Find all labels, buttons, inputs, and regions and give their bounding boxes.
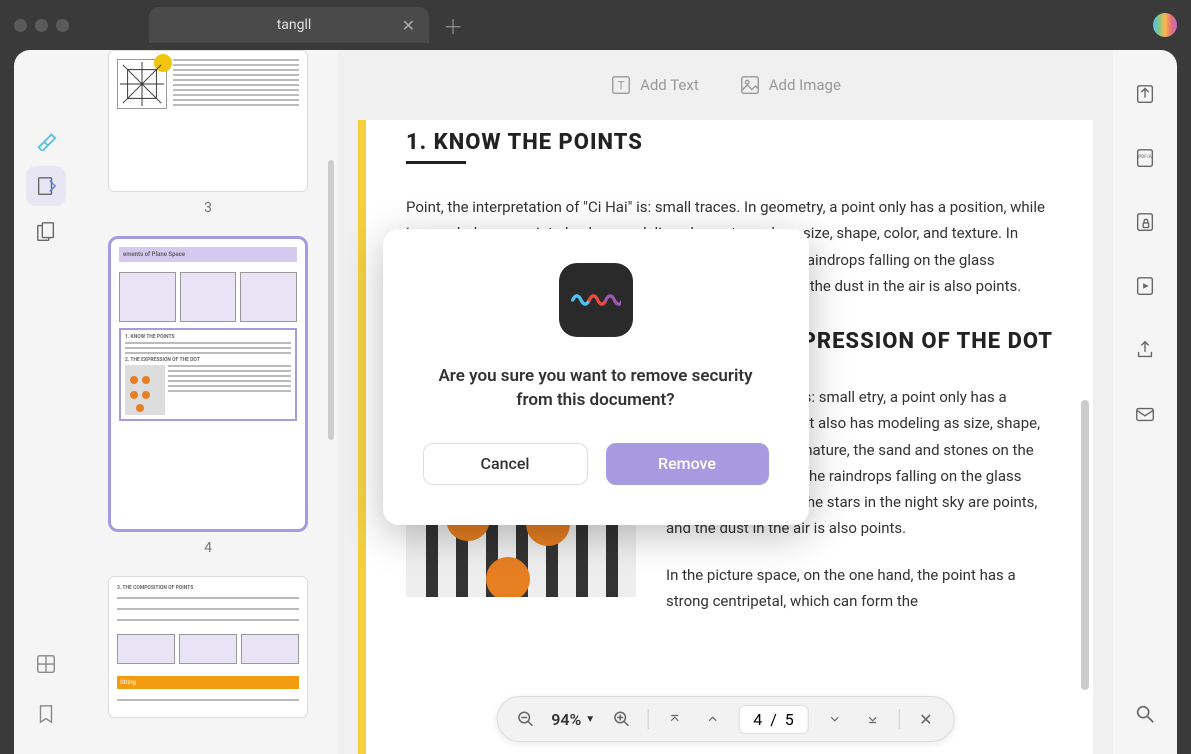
- dialog-message: Are you sure you want to remove security…: [423, 365, 769, 413]
- app-logo-icon: [559, 263, 633, 337]
- confirm-dialog: Are you sure you want to remove security…: [383, 229, 809, 525]
- remove-button[interactable]: Remove: [606, 443, 769, 485]
- cancel-button[interactable]: Cancel: [423, 443, 588, 485]
- modal-backdrop: Are you sure you want to remove security…: [0, 0, 1191, 754]
